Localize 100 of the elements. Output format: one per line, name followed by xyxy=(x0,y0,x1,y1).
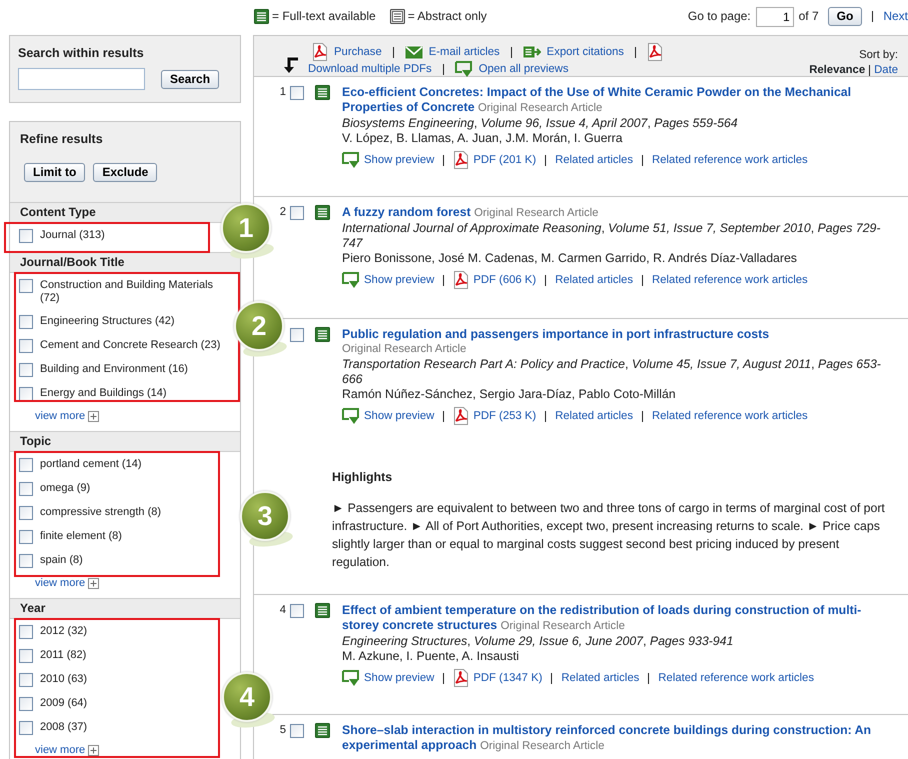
article-title[interactable]: Eco-efficient Concretes: Impact of the Use of White Ceramic Powder on the Mechanical Properties of Concrete Original Research Article xyxy=(342,85,888,116)
pdf-link[interactable]: PDF (606 K) xyxy=(473,272,536,288)
sort-option[interactable]: Relevance xyxy=(809,63,866,78)
checkbox[interactable] xyxy=(19,482,33,496)
article-authors: Ramón Núñez-Sánchez, Sergio Jara-Díaz, Pablo Coto-Millán xyxy=(342,387,677,402)
checkbox[interactable] xyxy=(19,506,33,520)
facet-option: Cement and Concrete Research (23) xyxy=(40,339,220,352)
pdf-icon[interactable] xyxy=(646,43,663,61)
callout-badge: 1 xyxy=(221,203,271,253)
plus-icon xyxy=(88,745,100,756)
pdf-link[interactable]: PDF (1347 K) xyxy=(473,670,542,686)
related-link[interactable]: Related articles xyxy=(555,152,633,168)
plus-icon xyxy=(88,578,100,589)
article-title[interactable]: Shore–slab interaction in multistory reinforced concrete buildings during construction: An experimental approach Original Research Article xyxy=(342,723,888,754)
view-more-link[interactable]: view more xyxy=(35,744,100,757)
article-source: Biosystems Engineering, Volume 96, Issue 4, April 2007, Pages 559-564 xyxy=(342,116,739,131)
checkbox[interactable] xyxy=(19,649,33,663)
go-button[interactable]: Go xyxy=(828,7,862,26)
toolbar-link[interactable]: Export citations xyxy=(546,44,624,60)
sort-label: Sort by: xyxy=(858,48,898,63)
related-link[interactable]: Related articles xyxy=(555,272,633,288)
pdf-icon xyxy=(453,669,470,687)
checkbox[interactable] xyxy=(19,315,33,329)
checkbox[interactable] xyxy=(290,328,304,342)
facet-heading: Topic xyxy=(10,431,240,452)
pdf-icon xyxy=(312,43,328,61)
checkbox[interactable] xyxy=(19,554,33,568)
toolbar-link[interactable]: Download multiple PDFs xyxy=(308,62,432,77)
preview-icon xyxy=(342,152,360,168)
preview-link[interactable]: Show preview xyxy=(364,408,434,424)
search-field[interactable] xyxy=(18,68,145,90)
toolbar-link[interactable]: E-mail articles xyxy=(428,44,500,60)
callout-badge: 3 xyxy=(240,491,290,541)
related-link[interactable]: Related articles xyxy=(561,670,640,686)
panel-title: Refine results xyxy=(20,132,104,147)
related-link[interactable]: Related articles xyxy=(555,408,633,424)
toolbar-link[interactable]: Purchase xyxy=(334,44,382,60)
facet-heading: Year xyxy=(10,598,240,619)
checkbox[interactable] xyxy=(19,673,33,687)
article-source: Transportation Research Part A: Policy and Practice, Volume 45, Issue 7, August 2011, Pages 653-666 xyxy=(342,357,882,387)
facet-option: portland cement (14) xyxy=(40,458,142,471)
preview-icon xyxy=(342,272,360,288)
facet-option: Journal (313) xyxy=(40,229,105,242)
preview-icon xyxy=(342,670,360,686)
checkbox[interactable] xyxy=(19,530,33,544)
plus-icon xyxy=(88,411,100,422)
preview-icon xyxy=(454,61,473,78)
pdf-icon xyxy=(453,271,470,289)
callout-badge: 2 xyxy=(234,301,284,351)
article-title[interactable]: Effect of ambient temperature on the redistribution of loads during construction of multi-storey concrete structures Original Research Article xyxy=(342,603,888,634)
checkbox[interactable] xyxy=(19,279,33,293)
article-title[interactable]: A fuzzy random forest Original Research Article xyxy=(342,205,888,221)
checkbox[interactable] xyxy=(19,697,33,711)
result-number: 4 xyxy=(278,603,286,618)
envelope-icon xyxy=(404,46,423,58)
facet-option: 2010 (63) xyxy=(40,673,88,686)
panel-title: Search within results xyxy=(18,46,145,61)
checkbox[interactable] xyxy=(290,206,304,220)
article-authors: M. Azkune, I. Puente, A. Insausti xyxy=(342,649,520,664)
view-more-link[interactable]: view more xyxy=(35,410,100,423)
checkbox[interactable] xyxy=(290,724,304,738)
limit-button[interactable]: Limit to xyxy=(24,163,86,182)
preview-link[interactable]: Show preview xyxy=(364,152,434,168)
checkbox[interactable] xyxy=(19,387,33,401)
checkbox[interactable] xyxy=(19,363,33,377)
callout-badge: 4 xyxy=(222,672,272,722)
pdf-link[interactable]: PDF (201 K) xyxy=(473,152,536,168)
article-authors: V. López, B. Llamas, A. Juan, J.M. Morán, I. Guerra xyxy=(342,131,624,146)
preview-link[interactable]: Show preview xyxy=(364,272,434,288)
toolbar-link[interactable]: Open all previews xyxy=(478,62,568,77)
related-link[interactable]: Related reference work articles xyxy=(652,152,808,168)
arrow-icon xyxy=(284,56,300,74)
checkbox[interactable] xyxy=(19,458,33,472)
related-link[interactable]: Related reference work articles xyxy=(658,670,814,686)
related-link[interactable]: Related reference work articles xyxy=(652,408,808,424)
sort-option[interactable]: Date xyxy=(874,63,898,78)
checkbox[interactable] xyxy=(290,604,304,618)
view-more-link[interactable]: view more xyxy=(35,577,100,590)
full-text-icon xyxy=(254,9,269,24)
next-link[interactable]: Next xyxy=(883,9,908,24)
preview-link[interactable]: Show preview xyxy=(364,670,434,686)
facet-option: spain (8) xyxy=(40,554,83,567)
checkbox[interactable] xyxy=(19,339,33,353)
checkbox[interactable] xyxy=(19,721,33,735)
facet-option: Building and Environment (16) xyxy=(40,363,188,376)
article-title[interactable]: Public regulation and passengers importance in port infrastructure costs Original Research Article xyxy=(342,327,888,357)
page-field[interactable]: 1 xyxy=(756,6,794,26)
exclude-button[interactable]: Exclude xyxy=(93,163,158,182)
export-icon xyxy=(522,45,541,59)
related-link[interactable]: Related reference work articles xyxy=(652,272,808,288)
facet-option: Energy and Buildings (14) xyxy=(40,387,167,400)
checkbox[interactable] xyxy=(19,625,33,639)
checkbox[interactable] xyxy=(19,229,33,243)
checkbox[interactable] xyxy=(290,86,304,100)
highlights-heading: Highlights xyxy=(332,470,394,485)
legend-text: = Abstract only xyxy=(408,9,487,24)
highlights-text: ► Passengers are equivalent to between two and three tons of cargo in terms of marginal cost of port infrastructure. ► All of Port Authorities, except two, present increasing returns to scale. ► Price caps slightly larger than or equal to marginal costs suggest second best pricing induced by present regulation. xyxy=(332,500,886,571)
search-button[interactable]: Search xyxy=(161,70,220,88)
facet-option: 2008 (37) xyxy=(40,721,88,734)
pdf-link[interactable]: PDF (253 K) xyxy=(473,408,536,424)
